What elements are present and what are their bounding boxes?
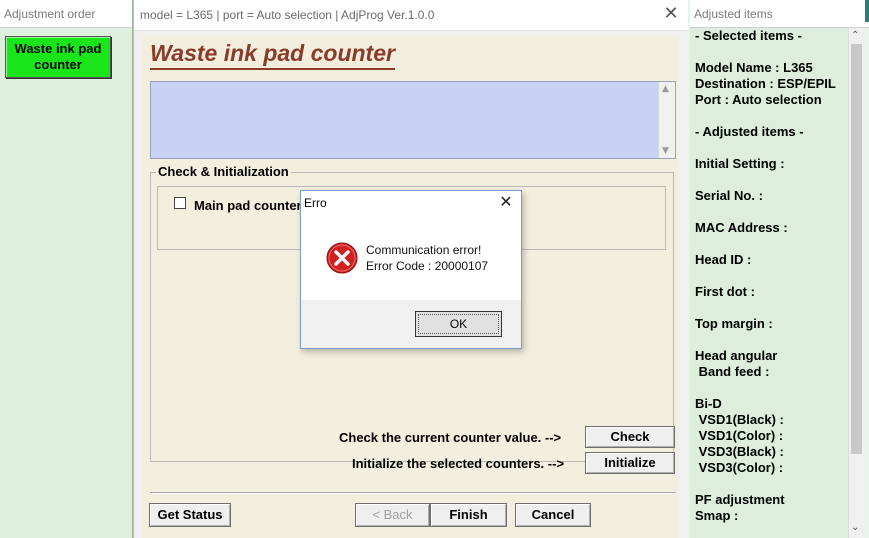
list-item: Destination : ESP/EPIL — [695, 76, 836, 91]
list-item: Head angular — [695, 348, 778, 363]
error-dialog: Erro ✕ Communication error! Error Code :… — [300, 190, 522, 349]
dialog-title: Erro — [304, 196, 327, 210]
check-button[interactable]: Check — [585, 426, 675, 448]
list-item: PF adjustment — [695, 492, 785, 507]
ok-button[interactable]: OK — [415, 311, 502, 337]
adjusted-items-list[interactable]: - Selected items - Model Name : L365 Des… — [690, 28, 853, 538]
scrollbar-thumb[interactable] — [851, 44, 862, 454]
adjustment-order-panel: Adjustment order Waste ink pad counter — [0, 0, 133, 538]
page-title: Waste ink pad counter — [150, 40, 395, 70]
adjusted-items-panel: Adjusted items - Selected items - Model … — [688, 0, 869, 538]
dialog-close-icon[interactable]: ✕ — [497, 193, 515, 211]
scroll-down-icon[interactable]: ⌄ — [851, 522, 859, 533]
initialize-button[interactable]: Initialize — [585, 452, 675, 474]
list-item: Serial No. : — [695, 188, 763, 203]
adjusted-items-title: Adjusted items — [690, 0, 869, 28]
cancel-button[interactable]: Cancel — [515, 503, 591, 527]
scroll-down-icon[interactable]: ▼ — [662, 146, 669, 156]
list-item: - Adjusted items - — [695, 124, 804, 139]
list-item: MAC Address : — [695, 220, 788, 235]
info-text-box[interactable]: ▲ ▼ — [150, 81, 676, 159]
list-item: Initial Setting : — [695, 156, 785, 171]
info-scrollbar[interactable]: ▲ ▼ — [658, 82, 675, 158]
list-item: First dot : — [695, 284, 755, 299]
list-item: Model Name : L365 — [695, 60, 813, 75]
error-code: Error Code : 20000107 — [366, 259, 489, 273]
error-message: Communication error! — [366, 243, 482, 257]
list-item: Smap : — [695, 508, 739, 523]
initialize-hint: Initialize the selected counters. --> — [352, 456, 565, 471]
divider — [150, 492, 676, 494]
list-item: VSD3(Black) : — [695, 444, 784, 459]
title-bar: model = L365 | port = Auto selection | A… — [134, 0, 688, 31]
back-button[interactable]: < Back — [355, 503, 430, 527]
main-pad-counter-checkbox[interactable] — [174, 197, 186, 209]
check-hint: Check the current counter value. --> — [339, 430, 562, 445]
scroll-up-icon[interactable]: ▲ — [662, 84, 669, 94]
main-pad-counter-label[interactable]: Main pad counter — [194, 198, 302, 213]
list-item: Bi-D — [695, 396, 722, 411]
list-item: Port : Auto selection — [695, 92, 822, 107]
error-icon — [326, 242, 358, 274]
finish-button[interactable]: Finish — [430, 503, 507, 527]
list-item: - Selected items - — [695, 28, 802, 43]
scroll-up-icon[interactable]: ⌃ — [851, 30, 859, 41]
list-item: VSD1(Color) : — [695, 428, 784, 443]
list-item: Head ID : — [695, 252, 752, 267]
waste-ink-pad-counter-button[interactable]: Waste ink pad counter — [5, 36, 111, 78]
background-edge — [865, 0, 869, 22]
close-icon[interactable]: ✕ — [662, 5, 680, 23]
window-title: model = L365 | port = Auto selection | A… — [140, 8, 435, 22]
get-status-button[interactable]: Get Status — [149, 503, 231, 527]
list-item: Top margin : — [695, 316, 773, 331]
list-item: VSD3(Color) : — [695, 460, 784, 475]
adjustment-order-title: Adjustment order — [0, 0, 132, 28]
list-item: Band feed : — [695, 364, 770, 379]
group-label: Check & Initialization — [156, 164, 291, 179]
list-item: VSD1(Black) : — [695, 412, 784, 427]
